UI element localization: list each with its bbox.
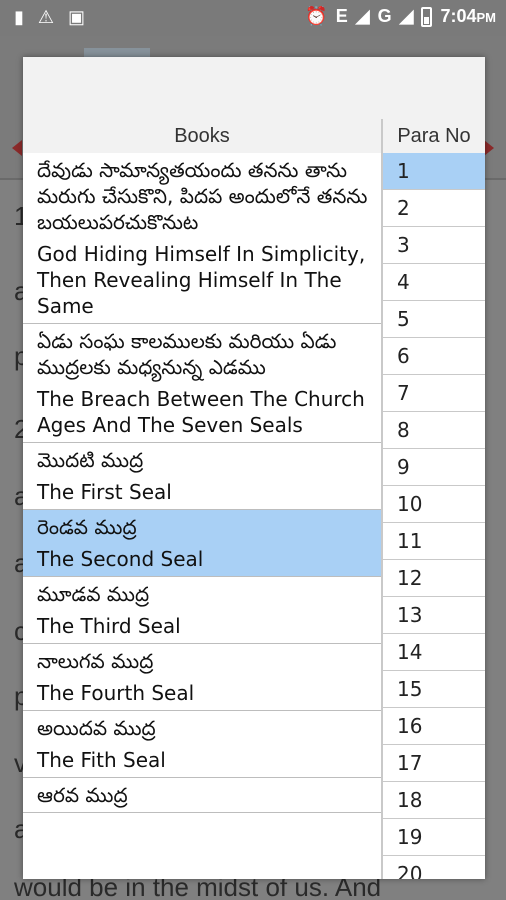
book-title-english: The First Seal bbox=[37, 480, 172, 504]
book-item[interactable]: రెండవ ముద్ర The Second Seal bbox=[23, 510, 381, 577]
prev-arrow-icon bbox=[12, 140, 22, 156]
para-number-item[interactable]: 14 bbox=[383, 634, 485, 671]
book-title-english: The Third Seal bbox=[37, 614, 181, 638]
para-number-item[interactable]: 5 bbox=[383, 301, 485, 338]
para-number-item[interactable]: 2 bbox=[383, 190, 485, 227]
network-g-label: G bbox=[377, 6, 392, 26]
book-title-telugu: రెండవ ముద్ర bbox=[37, 515, 137, 539]
para-number-item[interactable]: 19 bbox=[383, 819, 485, 856]
system-icons: ⏰ E ◢ G ◢ 7:04PM bbox=[305, 6, 496, 27]
book-item[interactable]: మూడవ ముద్ర The Third Seal bbox=[23, 577, 381, 644]
para-number-item[interactable]: 15 bbox=[383, 671, 485, 708]
warning-icon: ⚠ bbox=[37, 7, 55, 27]
battery-icon bbox=[421, 6, 433, 27]
book-title-telugu: ఏడు సంఘ కాలములకు మరియు ఏడు ముద్రలకు మధ్య… bbox=[37, 329, 337, 379]
para-number-item[interactable]: 18 bbox=[383, 782, 485, 819]
para-number-item[interactable]: 6 bbox=[383, 338, 485, 375]
status-bar: ▮ ⚠ ▣ ⏰ E ◢ G ◢ 7:04PM bbox=[0, 0, 506, 36]
para-list[interactable]: 1 2 3 4 5 6 7 8 9 10 11 12 13 14 15 16 17 18 19 20 bbox=[383, 153, 485, 879]
para-header: Para No bbox=[383, 119, 485, 153]
sim-alert-icon: ▮ bbox=[14, 7, 24, 27]
book-select-dialog: Books దేవుడు సామాన్యతయందు తనను తాను మరుగ… bbox=[23, 57, 485, 879]
books-column[interactable]: Books దేవుడు సామాన్యతయందు తనను తాను మరుగ… bbox=[23, 119, 383, 879]
book-item[interactable]: అయిదవ ముద్ర The Fith Seal bbox=[23, 711, 381, 778]
para-number-item[interactable]: 10 bbox=[383, 486, 485, 523]
book-title-telugu: ఆరవ ముద్ర bbox=[37, 783, 128, 807]
signal-icon: ◢ bbox=[355, 6, 370, 26]
para-number-item[interactable]: 1 bbox=[383, 153, 485, 190]
alarm-icon: ⏰ bbox=[305, 6, 328, 26]
books-header: Books bbox=[23, 119, 381, 153]
book-title-english: The Breach Between The Church Ages And T… bbox=[37, 387, 365, 437]
book-item[interactable]: ఆరవ ముద్ర bbox=[23, 778, 381, 813]
para-number-item[interactable]: 8 bbox=[383, 412, 485, 449]
para-number-item[interactable]: 9 bbox=[383, 449, 485, 486]
book-title-english: The Fourth Seal bbox=[37, 681, 195, 705]
book-item[interactable]: మొదటి ముద్ర The First Seal bbox=[23, 443, 381, 510]
network-e-label: E bbox=[335, 6, 348, 26]
dialog-columns: Books దేవుడు సామాన్యతయందు తనను తాను మరుగ… bbox=[23, 119, 485, 879]
book-title-telugu: మొదటి ముద్ర bbox=[37, 448, 144, 472]
para-number-item[interactable]: 17 bbox=[383, 745, 485, 782]
para-number-item[interactable]: 7 bbox=[383, 375, 485, 412]
dialog-title-area bbox=[23, 57, 485, 119]
para-number-item[interactable]: 4 bbox=[383, 264, 485, 301]
book-title-english: The Fith Seal bbox=[37, 748, 166, 772]
para-number-item[interactable]: 13 bbox=[383, 597, 485, 634]
para-number-item[interactable]: 12 bbox=[383, 560, 485, 597]
image-icon: ▣ bbox=[68, 7, 86, 27]
book-item[interactable]: దేవుడు సామాన్యతయందు తనను తాను మరుగు చేసు… bbox=[23, 153, 381, 324]
book-item[interactable]: ఏడు సంఘ కాలములకు మరియు ఏడు ముద్రలకు మధ్య… bbox=[23, 324, 381, 443]
next-arrow-icon bbox=[484, 140, 494, 156]
book-title-english: God Hiding Himself In Simplicity, Then R… bbox=[37, 242, 366, 318]
para-number-item[interactable]: 11 bbox=[383, 523, 485, 560]
book-title-telugu: అయిదవ ముద్ర bbox=[37, 716, 156, 740]
clock-time: 7:04PM bbox=[440, 6, 496, 26]
book-title-telugu: దేవుడు సామాన్యతయందు తనను తాను మరుగు చేసు… bbox=[37, 158, 368, 234]
signal-icon-2: ◢ bbox=[399, 6, 414, 26]
notification-icons: ▮ ⚠ ▣ bbox=[14, 7, 85, 28]
book-item[interactable]: నాలుగవ ముద్ర The Fourth Seal bbox=[23, 644, 381, 711]
book-title-english: The Second Seal bbox=[37, 547, 204, 571]
para-column[interactable]: Para No 1 2 3 4 5 6 7 8 9 10 11 12 13 14 15 16 17 18 19 20 bbox=[383, 119, 485, 879]
book-title-telugu: మూడవ ముద్ర bbox=[37, 582, 150, 606]
para-number-item[interactable]: 20 bbox=[383, 856, 485, 879]
para-number-item[interactable]: 3 bbox=[383, 227, 485, 264]
para-number-item[interactable]: 16 bbox=[383, 708, 485, 745]
book-title-telugu: నాలుగవ ముద్ర bbox=[37, 649, 154, 673]
books-list[interactable]: దేవుడు సామాన్యతయందు తనను తాను మరుగు చేసు… bbox=[23, 153, 381, 813]
